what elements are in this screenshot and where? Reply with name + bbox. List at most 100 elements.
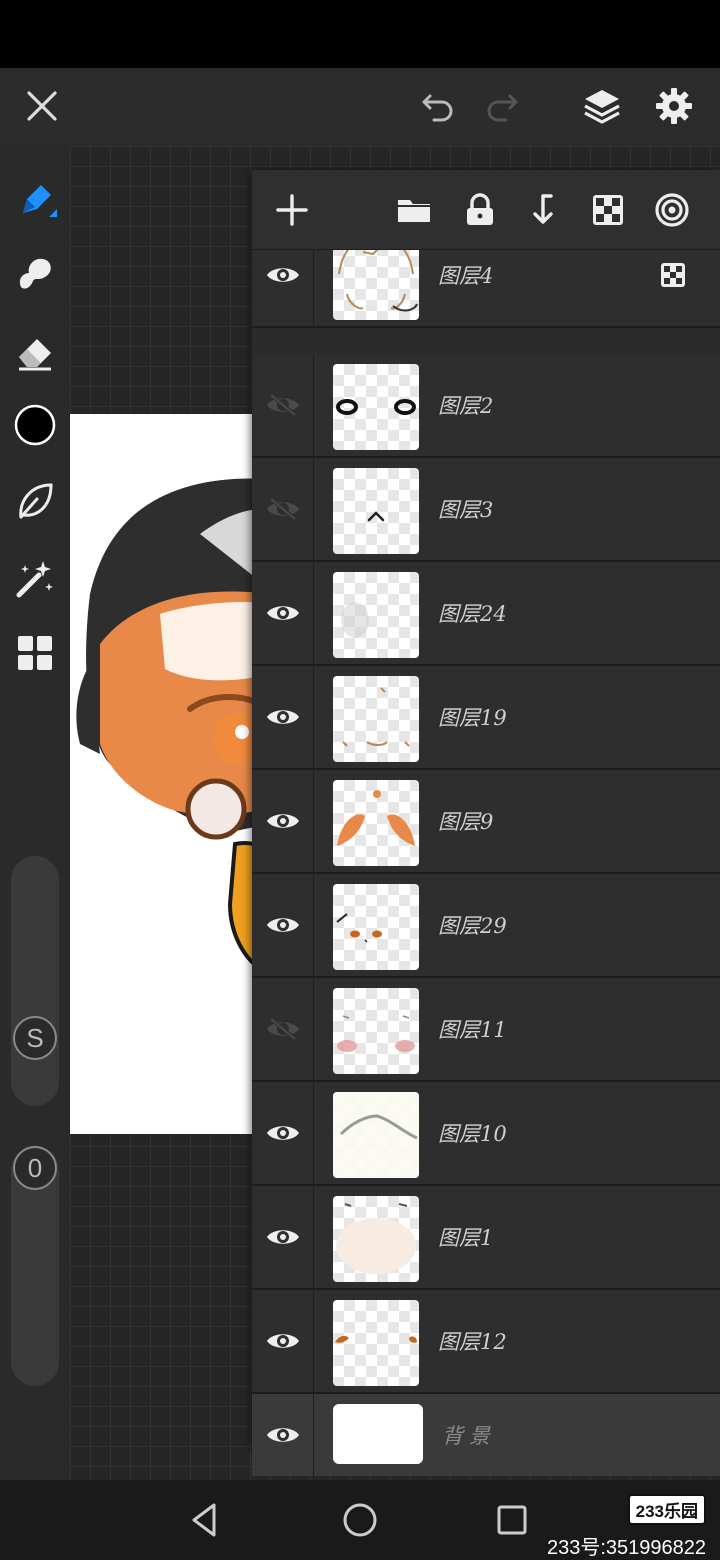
blend-icon <box>655 193 689 227</box>
layer-name: 图层19 <box>438 706 507 730</box>
layer-thumbnail <box>333 1404 423 1464</box>
layer-name: 图层1 <box>438 1226 494 1250</box>
smudge-icon <box>19 258 51 289</box>
visibility-toggle[interactable] <box>252 1394 314 1476</box>
layer-thumbnail <box>333 364 419 450</box>
layer-row[interactable]: 图层2 <box>252 354 720 458</box>
lock-icon <box>467 193 493 225</box>
eye-icon <box>266 918 299 932</box>
eye-hidden-icon <box>266 497 299 521</box>
gear-icon <box>656 88 692 124</box>
brush-size-slider[interactable] <box>11 856 59 1106</box>
eraser-icon <box>19 339 51 371</box>
layer-row[interactable]: 图层11 <box>252 978 720 1082</box>
close-button[interactable] <box>20 84 64 128</box>
watermark-id: 233号:351996822 <box>546 1537 706 1559</box>
eraser-tool[interactable] <box>8 324 62 378</box>
visibility-toggle[interactable] <box>252 562 314 664</box>
redo-button[interactable] <box>480 84 524 128</box>
layer-row[interactable]: 图层29 <box>252 874 720 978</box>
layer-row[interactable]: 图层9 <box>252 770 720 874</box>
undo-button[interactable] <box>416 84 460 128</box>
back-button[interactable] <box>182 1496 230 1544</box>
watermark-logo: 233乐园 <box>627 1494 706 1525</box>
lock-layer-button[interactable] <box>458 188 502 232</box>
artwork-image <box>76 478 270 977</box>
folder-icon <box>398 200 430 222</box>
layer-name: 图层2 <box>438 394 494 418</box>
alpha-lock-indicator-icon <box>660 262 686 288</box>
visibility-toggle[interactable] <box>252 1290 314 1392</box>
eye-icon <box>266 606 299 620</box>
undo-icon <box>422 94 453 122</box>
layer-name: 图层29 <box>438 914 507 938</box>
layer-thumbnail <box>333 1300 419 1386</box>
layer-row[interactable]: 图层3 <box>252 458 720 562</box>
add-layer-button[interactable] <box>270 188 314 232</box>
transparency-icon <box>593 195 623 225</box>
visibility-toggle[interactable] <box>252 770 314 872</box>
layer-thumbnail <box>333 1196 419 1282</box>
layers-icon <box>584 90 620 124</box>
visibility-toggle[interactable] <box>252 1082 314 1184</box>
grid-icon <box>18 636 52 670</box>
visibility-toggle[interactable] <box>252 874 314 976</box>
layer-thumbnail <box>333 572 419 658</box>
close-icon <box>27 91 57 121</box>
layer-thumbnail <box>333 1092 419 1178</box>
left-toolbar: S 0 <box>0 146 70 1480</box>
layer-row[interactable]: 图层12 <box>252 1290 720 1394</box>
add-icon <box>276 194 308 226</box>
home-circle-icon <box>343 1503 377 1537</box>
eye-hidden-icon <box>266 393 299 417</box>
layer-row[interactable]: 背景 <box>252 1394 720 1476</box>
recents-square-icon <box>497 1505 527 1535</box>
transparency-lock-button[interactable] <box>586 188 630 232</box>
eye-icon <box>266 1428 299 1442</box>
layer-name: 图层12 <box>438 1330 507 1354</box>
blend-mode-button[interactable] <box>650 188 694 232</box>
visibility-toggle[interactable] <box>252 1186 314 1288</box>
layer-name: 图层11 <box>438 1018 507 1042</box>
lasso-leaf-icon <box>19 483 53 519</box>
layers-panel: 图层4 图层2 图层3 图层24 图层19 图层9 图层29 图层11 图层10 图层1 图层12 背… <box>252 170 720 1476</box>
eye-icon <box>266 814 299 828</box>
status-bar <box>0 0 720 68</box>
color-swatch[interactable] <box>8 398 62 452</box>
lasso-tool[interactable] <box>8 474 62 528</box>
recents-button[interactable] <box>488 1496 536 1544</box>
back-triangle-icon <box>192 1503 216 1537</box>
layer-row[interactable]: 图层1 <box>252 1186 720 1290</box>
eye-icon <box>266 1334 299 1348</box>
layers-toolbar <box>252 170 720 250</box>
grid-tool[interactable] <box>8 626 62 680</box>
visibility-toggle[interactable] <box>252 978 314 1080</box>
layer-thumbnail <box>333 780 419 866</box>
smudge-tool[interactable] <box>8 246 62 300</box>
layer-row[interactable]: 图层24 <box>252 562 720 666</box>
pen-tool[interactable] <box>8 174 62 228</box>
visibility-toggle[interactable] <box>252 354 314 456</box>
redo-icon <box>487 94 518 122</box>
artboard[interactable] <box>70 414 270 1134</box>
visibility-toggle[interactable] <box>252 666 314 768</box>
home-button[interactable] <box>336 1496 384 1544</box>
layers-button[interactable] <box>580 84 624 128</box>
layer-row[interactable]: 图层10 <box>252 1082 720 1186</box>
magic-wand-tool[interactable] <box>8 552 62 606</box>
eye-icon <box>266 1126 299 1140</box>
new-folder-button[interactable] <box>392 188 436 232</box>
watermark: 233乐园 233号:351996822 <box>547 1494 706 1560</box>
settings-button[interactable] <box>652 84 696 128</box>
merge-down-button[interactable] <box>522 188 566 232</box>
visibility-toggle[interactable] <box>252 458 314 560</box>
layer-name: 图层9 <box>438 810 494 834</box>
opacity-badge: 0 <box>13 1146 57 1190</box>
eye-icon <box>266 710 299 724</box>
pen-icon <box>23 185 57 217</box>
layer-thumbnail <box>333 468 419 554</box>
layer-thumbnail <box>333 988 419 1074</box>
layer-name: 图层24 <box>438 602 507 626</box>
layer-row[interactable]: 图层19 <box>252 666 720 770</box>
layer-name: 背景 <box>442 1424 496 1448</box>
